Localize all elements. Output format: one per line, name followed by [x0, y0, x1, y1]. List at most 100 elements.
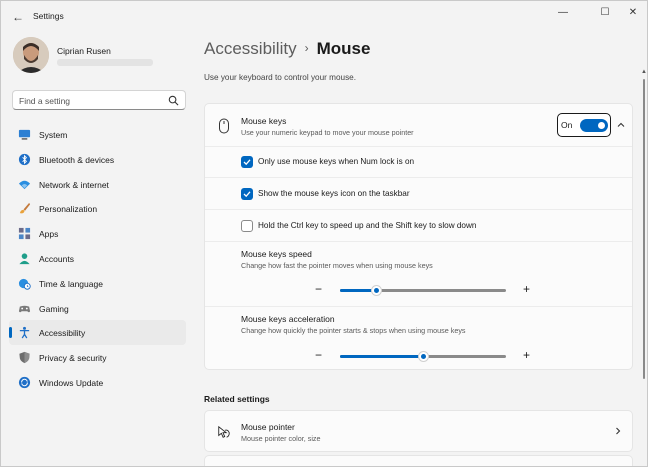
toggle-knob	[598, 122, 605, 129]
brush-icon	[19, 203, 31, 214]
monitor-icon	[18, 129, 31, 140]
sidebar-item-label: Accounts	[39, 253, 74, 264]
acceleration-slider-fill	[340, 355, 423, 358]
scroll-up-arrow[interactable]: ▲	[640, 69, 647, 77]
sidebar-item-windows-update[interactable]: Windows Update	[9, 370, 186, 395]
speed-title: Mouse keys speed	[241, 249, 312, 259]
sidebar-item-label: Accessibility	[39, 328, 86, 339]
option-ctrl-shift: Hold the Ctrl key to speed up and the Sh…	[205, 209, 632, 241]
update-icon	[18, 376, 31, 389]
breadcrumb-separator: ›	[304, 41, 309, 55]
sidebar-item-system[interactable]: System	[9, 122, 186, 147]
mouse-keys-title: Mouse keys	[241, 116, 287, 126]
sidebar-item-label: Apps	[39, 229, 59, 240]
breadcrumb: Accessibility › Mouse	[204, 39, 370, 59]
user-email-redacted	[57, 59, 153, 66]
option-taskbar-icon: Show the mouse keys icon on the taskbar	[205, 177, 632, 209]
mouse-pointer-icon	[218, 425, 230, 438]
speed-description: Change how fast the pointer moves when u…	[241, 261, 433, 270]
sidebar-item-label: Windows Update	[39, 377, 104, 388]
avatar-photo	[13, 37, 49, 73]
sidebar-item-privacy-security[interactable]: Privacy & security	[9, 345, 186, 370]
mouse-keys-toggle[interactable]	[580, 119, 608, 132]
user-name: Ciprian Rusen	[57, 46, 111, 56]
sidebar-nav: System Bluetooth & devices Network & int…	[1, 122, 196, 395]
sidebar-item-network[interactable]: Network & internet	[9, 172, 186, 197]
taskbar-icon-label: Show the mouse keys icon on the taskbar	[258, 189, 410, 198]
back-button[interactable]: ←	[9, 8, 27, 26]
search-input[interactable]	[19, 94, 169, 107]
speed-increase-button[interactable]: +	[523, 283, 530, 295]
mouse-keys-card: Mouse keys Use your numeric keypad to mo…	[204, 103, 633, 370]
mouse-pointer-description: Mouse pointer color, size	[241, 434, 321, 443]
search-box[interactable]	[12, 90, 186, 110]
shield-icon	[19, 352, 30, 364]
mouse-pointer-title: Mouse pointer	[241, 422, 295, 432]
mouse-pointer-link[interactable]: Mouse pointer Mouse pointer color, size	[204, 410, 633, 452]
gamepad-icon	[18, 305, 31, 312]
maximize-button[interactable]: ☐	[593, 5, 617, 21]
ctrl-shift-label: Hold the Ctrl key to speed up and the Sh…	[258, 221, 477, 230]
checkmark-icon	[243, 191, 251, 198]
speed-slider-thumb[interactable]	[371, 285, 383, 296]
chevron-right-icon	[616, 427, 621, 435]
num-lock-label: Only use mouse keys when Num lock is on	[258, 157, 415, 166]
sidebar-item-gaming[interactable]: Gaming	[9, 296, 186, 321]
sidebar-item-time-language[interactable]: Time & language	[9, 271, 186, 296]
acceleration-title: Mouse keys acceleration	[241, 314, 335, 324]
chevron-up-icon[interactable]	[616, 120, 626, 130]
acceleration-row: Mouse keys acceleration Change how quick…	[205, 306, 632, 369]
settings-window: ← Settings — ☐ ✕ Ciprian Rusen Find a se…	[0, 0, 648, 467]
page-subtitle: Use your keyboard to control your mouse.	[204, 73, 356, 82]
avatar[interactable]	[13, 37, 49, 73]
taskbar-icon-checkbox[interactable]	[241, 188, 253, 200]
acceleration-increase-button[interactable]: +	[523, 349, 530, 361]
sidebar-item-accessibility[interactable]: Accessibility	[9, 320, 186, 346]
close-button[interactable]: ✕	[621, 5, 645, 21]
acceleration-description: Change how quickly the pointer starts & …	[241, 326, 466, 335]
speed-row: Mouse keys speed Change how fast the poi…	[205, 241, 632, 306]
app-title: Settings	[33, 11, 64, 21]
main-content: Accessibility › Mouse Use your keyboard to…	[196, 33, 647, 466]
ctrl-shift-checkbox[interactable]	[241, 220, 253, 232]
acceleration-decrease-button[interactable]: −	[315, 349, 322, 361]
sidebar-item-personalization[interactable]: Personalization	[9, 196, 186, 221]
person-icon	[19, 253, 30, 265]
mouse-keys-description: Use your numeric keypad to move your mou…	[241, 128, 414, 137]
speed-decrease-button[interactable]: −	[315, 283, 322, 295]
page-title: Mouse	[316, 39, 371, 58]
related-settings-heading: Related settings	[204, 394, 270, 404]
sidebar-item-bluetooth[interactable]: Bluetooth & devices	[9, 147, 186, 172]
minimize-button[interactable]: —	[551, 5, 575, 21]
sidebar-item-label: Bluetooth & devices	[39, 154, 115, 165]
sidebar-item-accounts[interactable]: Accounts	[9, 246, 186, 271]
num-lock-checkbox[interactable]	[241, 156, 253, 168]
sidebar-item-label: Privacy & security	[39, 353, 107, 364]
sidebar-item-label: System	[39, 130, 68, 140]
globe-clock-icon	[18, 278, 31, 290]
mouse-keys-toggle-focus[interactable]: On	[557, 113, 611, 137]
accessibility-icon	[19, 327, 30, 339]
acceleration-slider-track[interactable]	[340, 351, 506, 362]
option-num-lock: Only use mouse keys when Num lock is on	[205, 146, 632, 177]
search-icon[interactable]	[168, 95, 179, 106]
sidebar-item-apps[interactable]: Apps	[9, 221, 186, 246]
mouse-icon	[219, 118, 229, 134]
apps-icon	[18, 228, 31, 240]
wifi-icon	[18, 180, 31, 189]
sidebar-item-label: Time & language	[39, 278, 103, 289]
title-bar: ← Settings — ☐ ✕	[1, 1, 647, 33]
toggle-state-label: On	[561, 120, 573, 130]
mouse-keys-header[interactable]: Mouse keys Use your numeric keypad to mo…	[205, 104, 632, 146]
next-related-link-partial[interactable]	[204, 455, 633, 466]
sidebar-item-label: Personalization	[39, 204, 98, 215]
sidebar-item-label: Gaming	[39, 303, 69, 314]
sidebar: Ciprian Rusen System Bluetooth & devices	[1, 33, 196, 466]
checkmark-icon	[243, 159, 251, 166]
speed-slider-track[interactable]	[340, 285, 506, 296]
bluetooth-icon	[18, 153, 31, 165]
acceleration-slider-thumb[interactable]	[417, 351, 429, 362]
scrollbar-thumb[interactable]	[643, 79, 645, 379]
sidebar-item-label: Network & internet	[39, 179, 109, 190]
breadcrumb-parent[interactable]: Accessibility	[204, 39, 297, 58]
